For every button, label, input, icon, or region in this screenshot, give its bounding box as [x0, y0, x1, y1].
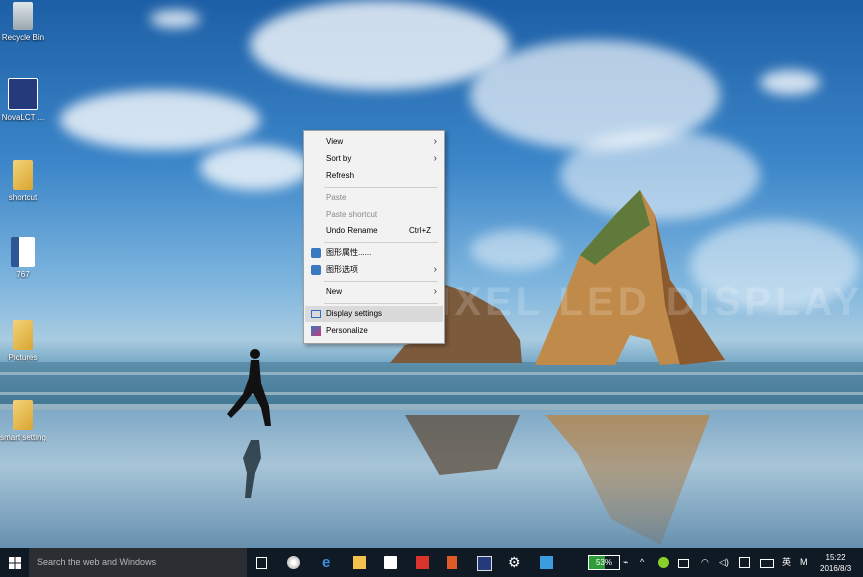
- chevron-right-icon: ›: [433, 136, 437, 147]
- chevron-right-icon: ›: [433, 153, 437, 164]
- menu-item-view[interactable]: View ›: [305, 134, 443, 150]
- notification-icon[interactable]: [739, 557, 750, 568]
- menu-item-paste-shortcut[interactable]: Paste shortcut: [305, 207, 443, 223]
- desktop-icon-767[interactable]: 767: [0, 237, 46, 279]
- rock-arch: [535, 190, 725, 365]
- file-explorer-icon[interactable]: [353, 556, 366, 569]
- intel-graphics-icon: [311, 265, 321, 275]
- chevron-right-icon: ›: [433, 286, 437, 297]
- menu-item-new[interactable]: New ›: [305, 284, 443, 300]
- desktop-icon-shortcut[interactable]: shortcut: [0, 160, 46, 202]
- tray-app-icon[interactable]: [658, 557, 669, 568]
- cloud: [760, 70, 820, 95]
- tray-app-icon[interactable]: [678, 559, 689, 568]
- search-box[interactable]: Search the web and Windows: [29, 548, 247, 577]
- menu-item-personalize[interactable]: Personalize: [305, 323, 443, 339]
- menu-item-refresh[interactable]: Refresh: [305, 168, 443, 184]
- windows-start-icon[interactable]: [9, 557, 21, 569]
- menu-item-graphics-options[interactable]: 图形选项 ›: [305, 262, 443, 278]
- store-icon[interactable]: [384, 556, 397, 569]
- language-indicator[interactable]: 英: [782, 548, 791, 577]
- menu-separator: [324, 242, 438, 243]
- desktop-icon-pictures[interactable]: Pictures: [0, 320, 46, 362]
- monitor-icon: [311, 310, 321, 318]
- personalize-icon: [311, 326, 321, 336]
- menu-item-undo-rename[interactable]: Undo Rename Ctrl+Z: [305, 223, 443, 239]
- ime-indicator[interactable]: M: [800, 548, 808, 577]
- recycle-bin-icon: [13, 2, 33, 30]
- app-red-icon[interactable]: [416, 556, 429, 569]
- cloud: [60, 90, 260, 150]
- chevron-up-icon[interactable]: ^: [640, 548, 644, 577]
- word-document-icon: [11, 237, 35, 267]
- clock-time: 15:22: [825, 553, 846, 562]
- edge-icon[interactable]: e: [322, 555, 335, 570]
- taskbar: Search the web and Windows e ⚙ 53% ⌁ ^ ◠…: [0, 548, 863, 577]
- wave: [0, 392, 863, 395]
- menu-item-paste[interactable]: Paste: [305, 190, 443, 206]
- power-plug-icon[interactable]: ⌁: [623, 548, 628, 577]
- runner: [227, 349, 271, 498]
- cloud: [150, 10, 200, 28]
- intel-graphics-icon: [311, 248, 321, 258]
- menu-item-sort-by[interactable]: Sort by ›: [305, 151, 443, 167]
- novalct-icon: [8, 78, 38, 110]
- desktop-icon-smart-setting[interactable]: smart setting: [0, 400, 46, 442]
- folder-icon: [13, 160, 33, 190]
- battery-indicator[interactable]: 53%: [588, 555, 620, 570]
- wifi-icon[interactable]: ◠: [701, 548, 709, 577]
- settings-gear-icon[interactable]: ⚙: [508, 555, 521, 569]
- menu-item-display-settings[interactable]: Display settings: [305, 306, 443, 322]
- keyboard-icon[interactable]: [760, 559, 774, 568]
- menu-separator: [324, 281, 438, 282]
- cloud: [250, 0, 510, 90]
- folder-icon: [13, 320, 33, 350]
- desktop-icon-recycle-bin[interactable]: Recycle Bin: [0, 2, 46, 42]
- wave: [0, 372, 863, 375]
- app-blue-icon[interactable]: [540, 556, 553, 569]
- fan-app-icon[interactable]: [287, 556, 300, 569]
- menu-separator: [324, 303, 438, 304]
- menu-separator: [324, 187, 438, 188]
- chevron-right-icon: ›: [433, 264, 437, 275]
- desktop-icon-novalct[interactable]: NovaLCT ...: [0, 78, 46, 122]
- menu-item-graphics-properties[interactable]: 图形属性......: [305, 245, 443, 261]
- novalct-taskbar-icon[interactable]: [477, 556, 492, 571]
- volume-icon[interactable]: ◁): [719, 548, 729, 577]
- clock-date: 2016/8/3: [820, 564, 852, 573]
- folder-icon: [13, 400, 33, 430]
- clock[interactable]: 15:22 2016/8/3: [820, 552, 851, 574]
- context-menu: View › Sort by › Refresh Paste Paste sho…: [303, 130, 445, 344]
- app-orange-icon[interactable]: [447, 556, 457, 569]
- task-view-icon[interactable]: [256, 557, 267, 569]
- cloud: [200, 145, 310, 190]
